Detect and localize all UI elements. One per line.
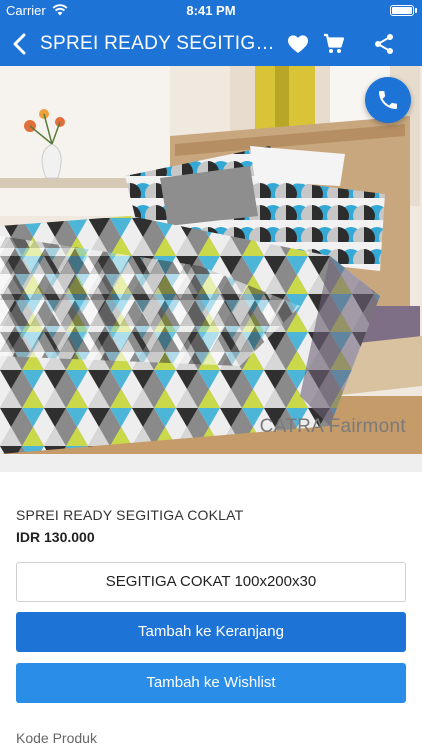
product-price: IDR 130.000 bbox=[16, 529, 95, 545]
cart-icon[interactable] bbox=[322, 32, 346, 56]
status-bar: Carrier 8:41 PM bbox=[0, 0, 422, 22]
variant-selector[interactable]: SEGITIGA COKAT 100x200x30 bbox=[16, 562, 406, 602]
section-divider bbox=[0, 454, 422, 472]
add-to-wishlist-button[interactable]: Tambah ke Wishlist bbox=[16, 663, 406, 703]
share-icon[interactable] bbox=[372, 32, 396, 56]
back-icon[interactable] bbox=[8, 31, 32, 57]
product-image[interactable]: CATRA Fairmont bbox=[0, 66, 422, 454]
call-button[interactable] bbox=[365, 77, 411, 123]
page-title: SPREI READY SEGITIGA COKLAT bbox=[40, 33, 280, 54]
brand-watermark: CATRA Fairmont bbox=[259, 416, 406, 437]
status-time: 8:41 PM bbox=[186, 3, 236, 18]
add-to-cart-button[interactable]: Tambah ke Keranjang bbox=[16, 612, 406, 652]
battery-icon bbox=[390, 5, 417, 16]
product-name: SPREI READY SEGITIGA COKLAT bbox=[16, 507, 244, 523]
bedroom-photo bbox=[0, 66, 422, 454]
phone-icon bbox=[379, 91, 397, 109]
heart-icon[interactable] bbox=[286, 32, 310, 56]
product-code-label: Kode Produk bbox=[16, 730, 97, 746]
nav-bar: SPREI READY SEGITIGA COKLAT bbox=[0, 22, 422, 66]
